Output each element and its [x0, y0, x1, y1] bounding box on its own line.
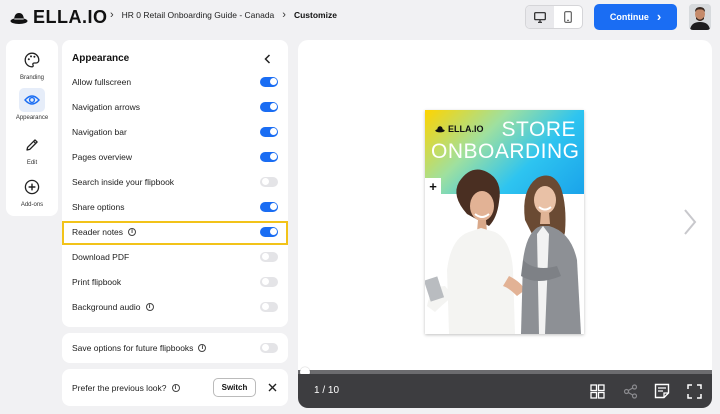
pencil-icon — [26, 139, 38, 151]
cover-photo-two-women — [425, 169, 581, 334]
desktop-view-button[interactable] — [526, 6, 554, 28]
print-flipbook-toggle[interactable] — [260, 276, 278, 287]
grid-icon — [589, 383, 605, 399]
prefer-previous-card: Prefer the previous look? i Switch — [62, 369, 288, 406]
avatar[interactable] — [689, 4, 711, 30]
option-navigation-bar: Navigation bar — [62, 119, 288, 144]
page-indicator: 1 / 10 — [314, 385, 340, 396]
info-icon[interactable]: i — [171, 383, 180, 392]
mobile-view-button[interactable] — [554, 6, 582, 28]
allow-fullscreen-toggle[interactable] — [260, 76, 278, 87]
desktop-icon — [534, 11, 546, 23]
logo-text: ELLA.IO — [33, 7, 108, 27]
download-pdf-toggle[interactable] — [260, 251, 278, 262]
rail-item-add-ons[interactable]: Add-ons — [6, 175, 58, 208]
option-share-options: Share options — [62, 194, 288, 219]
reader-notes-toggle[interactable] — [260, 226, 278, 237]
top-bar: ELLA.IO › HR 0 Retail Onboarding Guide -… — [0, 0, 720, 34]
rail-item-appearance[interactable]: Appearance — [6, 88, 58, 121]
palette-icon — [24, 52, 40, 68]
option-print-flipbook: Print flipbook — [62, 269, 288, 294]
mobile-icon — [564, 11, 572, 23]
close-icon[interactable] — [265, 380, 279, 394]
eye-icon — [24, 95, 40, 105]
rail-item-branding[interactable]: Branding — [6, 48, 58, 81]
save-options-card: Save options for future flipbooks i — [62, 333, 288, 363]
info-icon[interactable]: i — [145, 302, 154, 311]
fullscreen-button[interactable] — [685, 382, 703, 400]
option-allow-fullscreen: Allow fullscreen — [62, 69, 288, 94]
share-icon — [623, 383, 637, 399]
rail-label: Appearance — [15, 115, 49, 121]
chevron-right-icon: › — [282, 9, 286, 21]
share-options-toggle[interactable] — [260, 201, 278, 212]
navigation-bar-toggle[interactable] — [260, 126, 278, 137]
option-label: Background audio — [72, 301, 141, 312]
breadcrumb-current: Customize — [293, 10, 337, 20]
fullscreen-icon — [686, 383, 702, 399]
chevron-right-icon — [684, 209, 697, 235]
option-reader-notes: Reader notes i — [62, 219, 288, 244]
option-navigation-arrows: Navigation arrows — [62, 94, 288, 119]
option-label: Search inside your flipbook — [72, 176, 175, 187]
background-audio-toggle[interactable] — [260, 301, 278, 312]
rail-item-edit[interactable]: Edit — [6, 133, 58, 166]
option-pages-overview: Pages overview — [62, 144, 288, 169]
option-background-audio: Background audio i — [62, 294, 288, 319]
reader-notes-button[interactable] — [653, 382, 671, 400]
option-label: Share options — [72, 201, 125, 212]
option-label: Navigation arrows — [72, 101, 141, 112]
rail-label: Edit — [26, 160, 38, 166]
rail-label: Add-ons — [20, 202, 44, 208]
user-photo — [689, 4, 711, 30]
option-label: Navigation bar — [72, 126, 127, 137]
search-toggle[interactable] — [260, 176, 278, 187]
option-label: Download PDF — [72, 251, 130, 262]
option-label: Allow fullscreen — [72, 76, 132, 87]
next-page-button[interactable] — [682, 208, 698, 241]
left-rail: Branding Appearance Edit Add-ons — [6, 40, 58, 216]
pages-overview-button[interactable] — [588, 382, 606, 400]
flipbook-cover[interactable]: ELLA.IO STORE ONBOARDING + — [425, 110, 584, 334]
continue-button[interactable]: Continue › — [594, 4, 677, 30]
pages-overview-toggle[interactable] — [260, 151, 278, 162]
option-label: Pages overview — [72, 151, 133, 162]
option-label: Print flipbook — [72, 276, 122, 287]
plus-circle-icon — [24, 179, 40, 195]
appearance-panel: Appearance Allow fullscreen Navigation a… — [62, 40, 288, 327]
breadcrumb-document[interactable]: HR 0 Retail Onboarding Guide - Canada — [122, 10, 275, 20]
save-options-toggle[interactable] — [260, 342, 278, 353]
chevron-right-icon: › — [656, 9, 662, 24]
option-label: Save options for future flipbooks — [72, 342, 194, 353]
breadcrumb: › HR 0 Retail Onboarding Guide - Canada … — [102, 9, 337, 21]
panel-title: Appearance — [72, 53, 130, 64]
chevron-left-icon — [263, 54, 270, 64]
flipbook-toolbar: 1 / 10 — [298, 374, 712, 408]
ella-logo[interactable]: ELLA.IO — [10, 7, 108, 28]
collapse-panel-button[interactable] — [260, 52, 274, 66]
share-button[interactable] — [621, 382, 639, 400]
prefer-label: Prefer the previous look? — [72, 382, 167, 393]
option-search: Search inside your flipbook — [62, 169, 288, 194]
flipbook-preview: ELLA.IO STORE ONBOARDING + 1 / 10 — [298, 40, 712, 408]
info-icon[interactable]: i — [198, 343, 207, 352]
continue-label: Continue — [609, 12, 649, 22]
hat-icon — [10, 12, 28, 24]
chevron-right-icon: › — [110, 9, 114, 21]
option-download-pdf: Download PDF — [62, 244, 288, 269]
navigation-arrows-toggle[interactable] — [260, 101, 278, 112]
option-label: Reader notes — [72, 226, 124, 237]
notes-icon — [654, 383, 670, 399]
switch-button[interactable]: Switch — [213, 378, 256, 397]
option-save-future: Save options for future flipbooks i — [62, 335, 288, 360]
device-toggle — [525, 5, 583, 29]
rail-label: Branding — [19, 75, 45, 81]
info-icon[interactable]: i — [128, 227, 137, 236]
